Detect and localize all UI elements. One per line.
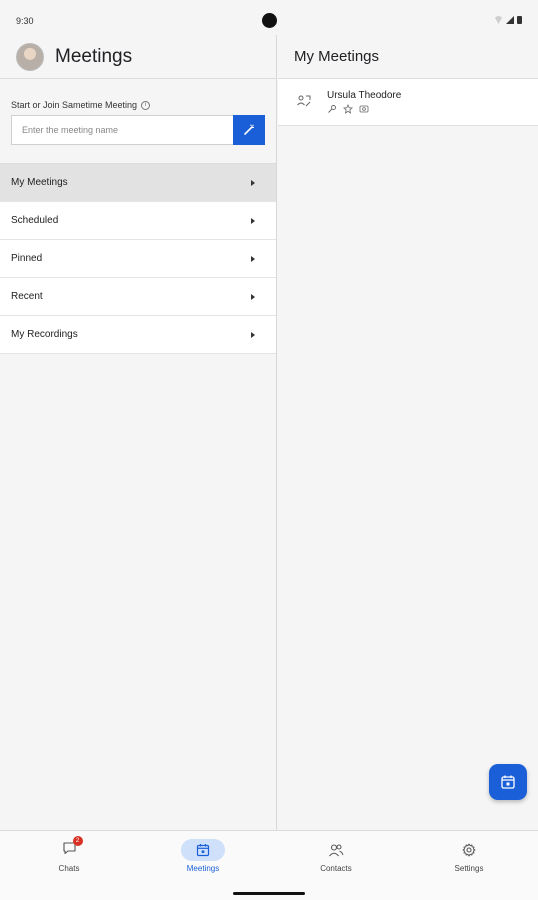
page-title: Meetings bbox=[55, 45, 133, 67]
chevron-right-icon bbox=[251, 293, 255, 300]
info-icon[interactable]: i bbox=[141, 100, 151, 110]
section-title: My Meetings bbox=[294, 48, 380, 65]
tab-contacts[interactable]: Contacts bbox=[269, 831, 403, 881]
chevron-right-icon bbox=[251, 331, 255, 338]
start-meeting-button[interactable] bbox=[233, 115, 265, 145]
nav-item-label: Scheduled bbox=[11, 215, 59, 226]
calendar-icon bbox=[196, 844, 210, 857]
chevron-right-icon bbox=[251, 179, 255, 186]
my-meetings-header: My Meetings bbox=[278, 35, 538, 79]
avatar[interactable] bbox=[16, 42, 44, 71]
nav-item-my-meetings[interactable]: My Meetings bbox=[0, 164, 276, 202]
contacts-icon bbox=[329, 844, 344, 857]
calendar-add-icon bbox=[501, 775, 515, 789]
tab-icon-wrap bbox=[181, 839, 225, 861]
status-icons bbox=[494, 16, 522, 24]
tab-label: Meetings bbox=[186, 864, 220, 873]
join-meeting-label-row: Start or Join Sametime Meeting i bbox=[11, 100, 265, 110]
join-meeting-row bbox=[11, 115, 265, 145]
chevron-right-icon bbox=[251, 255, 255, 262]
meeting-room-icon bbox=[297, 95, 311, 107]
tab-label: Contacts bbox=[320, 864, 352, 873]
status-time: 9:30 bbox=[16, 16, 34, 26]
new-meeting-fab[interactable] bbox=[489, 764, 527, 800]
status-bar: 9:30 bbox=[0, 0, 538, 40]
meeting-name: Ursula Theodore bbox=[327, 90, 402, 101]
tab-chats[interactable]: 2 Chats bbox=[2, 831, 136, 881]
meetings-pane: Meetings Start or Join Sametime Meeting … bbox=[0, 35, 277, 830]
nav-item-pinned[interactable]: Pinned bbox=[0, 240, 276, 278]
nav-item-label: My Recordings bbox=[11, 329, 78, 340]
nav-item-my-recordings[interactable]: My Recordings bbox=[0, 316, 276, 354]
tab-icon-wrap bbox=[314, 839, 358, 861]
front-camera bbox=[262, 13, 277, 28]
tab-settings[interactable]: Settings bbox=[402, 831, 536, 881]
battery-icon bbox=[517, 16, 522, 24]
tab-icon-wrap: 2 bbox=[47, 835, 91, 861]
wifi-icon bbox=[494, 16, 503, 24]
join-meeting-label: Start or Join Sametime Meeting bbox=[11, 100, 138, 110]
meeting-list-item[interactable]: Ursula Theodore bbox=[278, 79, 538, 126]
nav-item-scheduled[interactable]: Scheduled bbox=[0, 202, 276, 240]
tab-meetings[interactable]: Meetings bbox=[136, 831, 270, 881]
tab-label: Settings bbox=[454, 864, 484, 873]
nav-item-label: Recent bbox=[11, 291, 43, 302]
meetings-header: Meetings bbox=[0, 35, 276, 79]
key-icon[interactable] bbox=[327, 104, 337, 114]
chevron-right-icon bbox=[251, 217, 255, 224]
signal-icon bbox=[506, 16, 514, 24]
gear-icon bbox=[462, 843, 476, 857]
meetings-nav-list: My Meetings Scheduled Pinned Recent My R… bbox=[0, 163, 276, 354]
meeting-actions bbox=[327, 104, 369, 114]
magic-wand-icon bbox=[244, 124, 255, 135]
bottom-navigation: 2 Chats Meetings Contacts Settings bbox=[0, 830, 538, 900]
nav-item-label: My Meetings bbox=[11, 177, 68, 188]
tab-icon-wrap bbox=[447, 839, 491, 861]
nav-item-label: Pinned bbox=[11, 253, 43, 264]
home-indicator[interactable] bbox=[233, 892, 305, 895]
join-meeting-section: Start or Join Sametime Meeting i bbox=[0, 79, 276, 163]
nav-item-recent[interactable]: Recent bbox=[0, 278, 276, 316]
my-meetings-pane: My Meetings Ursula Theodore bbox=[278, 35, 538, 830]
unread-badge: 2 bbox=[72, 835, 83, 846]
meeting-name-input[interactable] bbox=[11, 115, 234, 145]
tab-label: Chats bbox=[58, 864, 80, 873]
video-icon[interactable] bbox=[359, 104, 369, 114]
star-icon[interactable] bbox=[343, 104, 353, 114]
